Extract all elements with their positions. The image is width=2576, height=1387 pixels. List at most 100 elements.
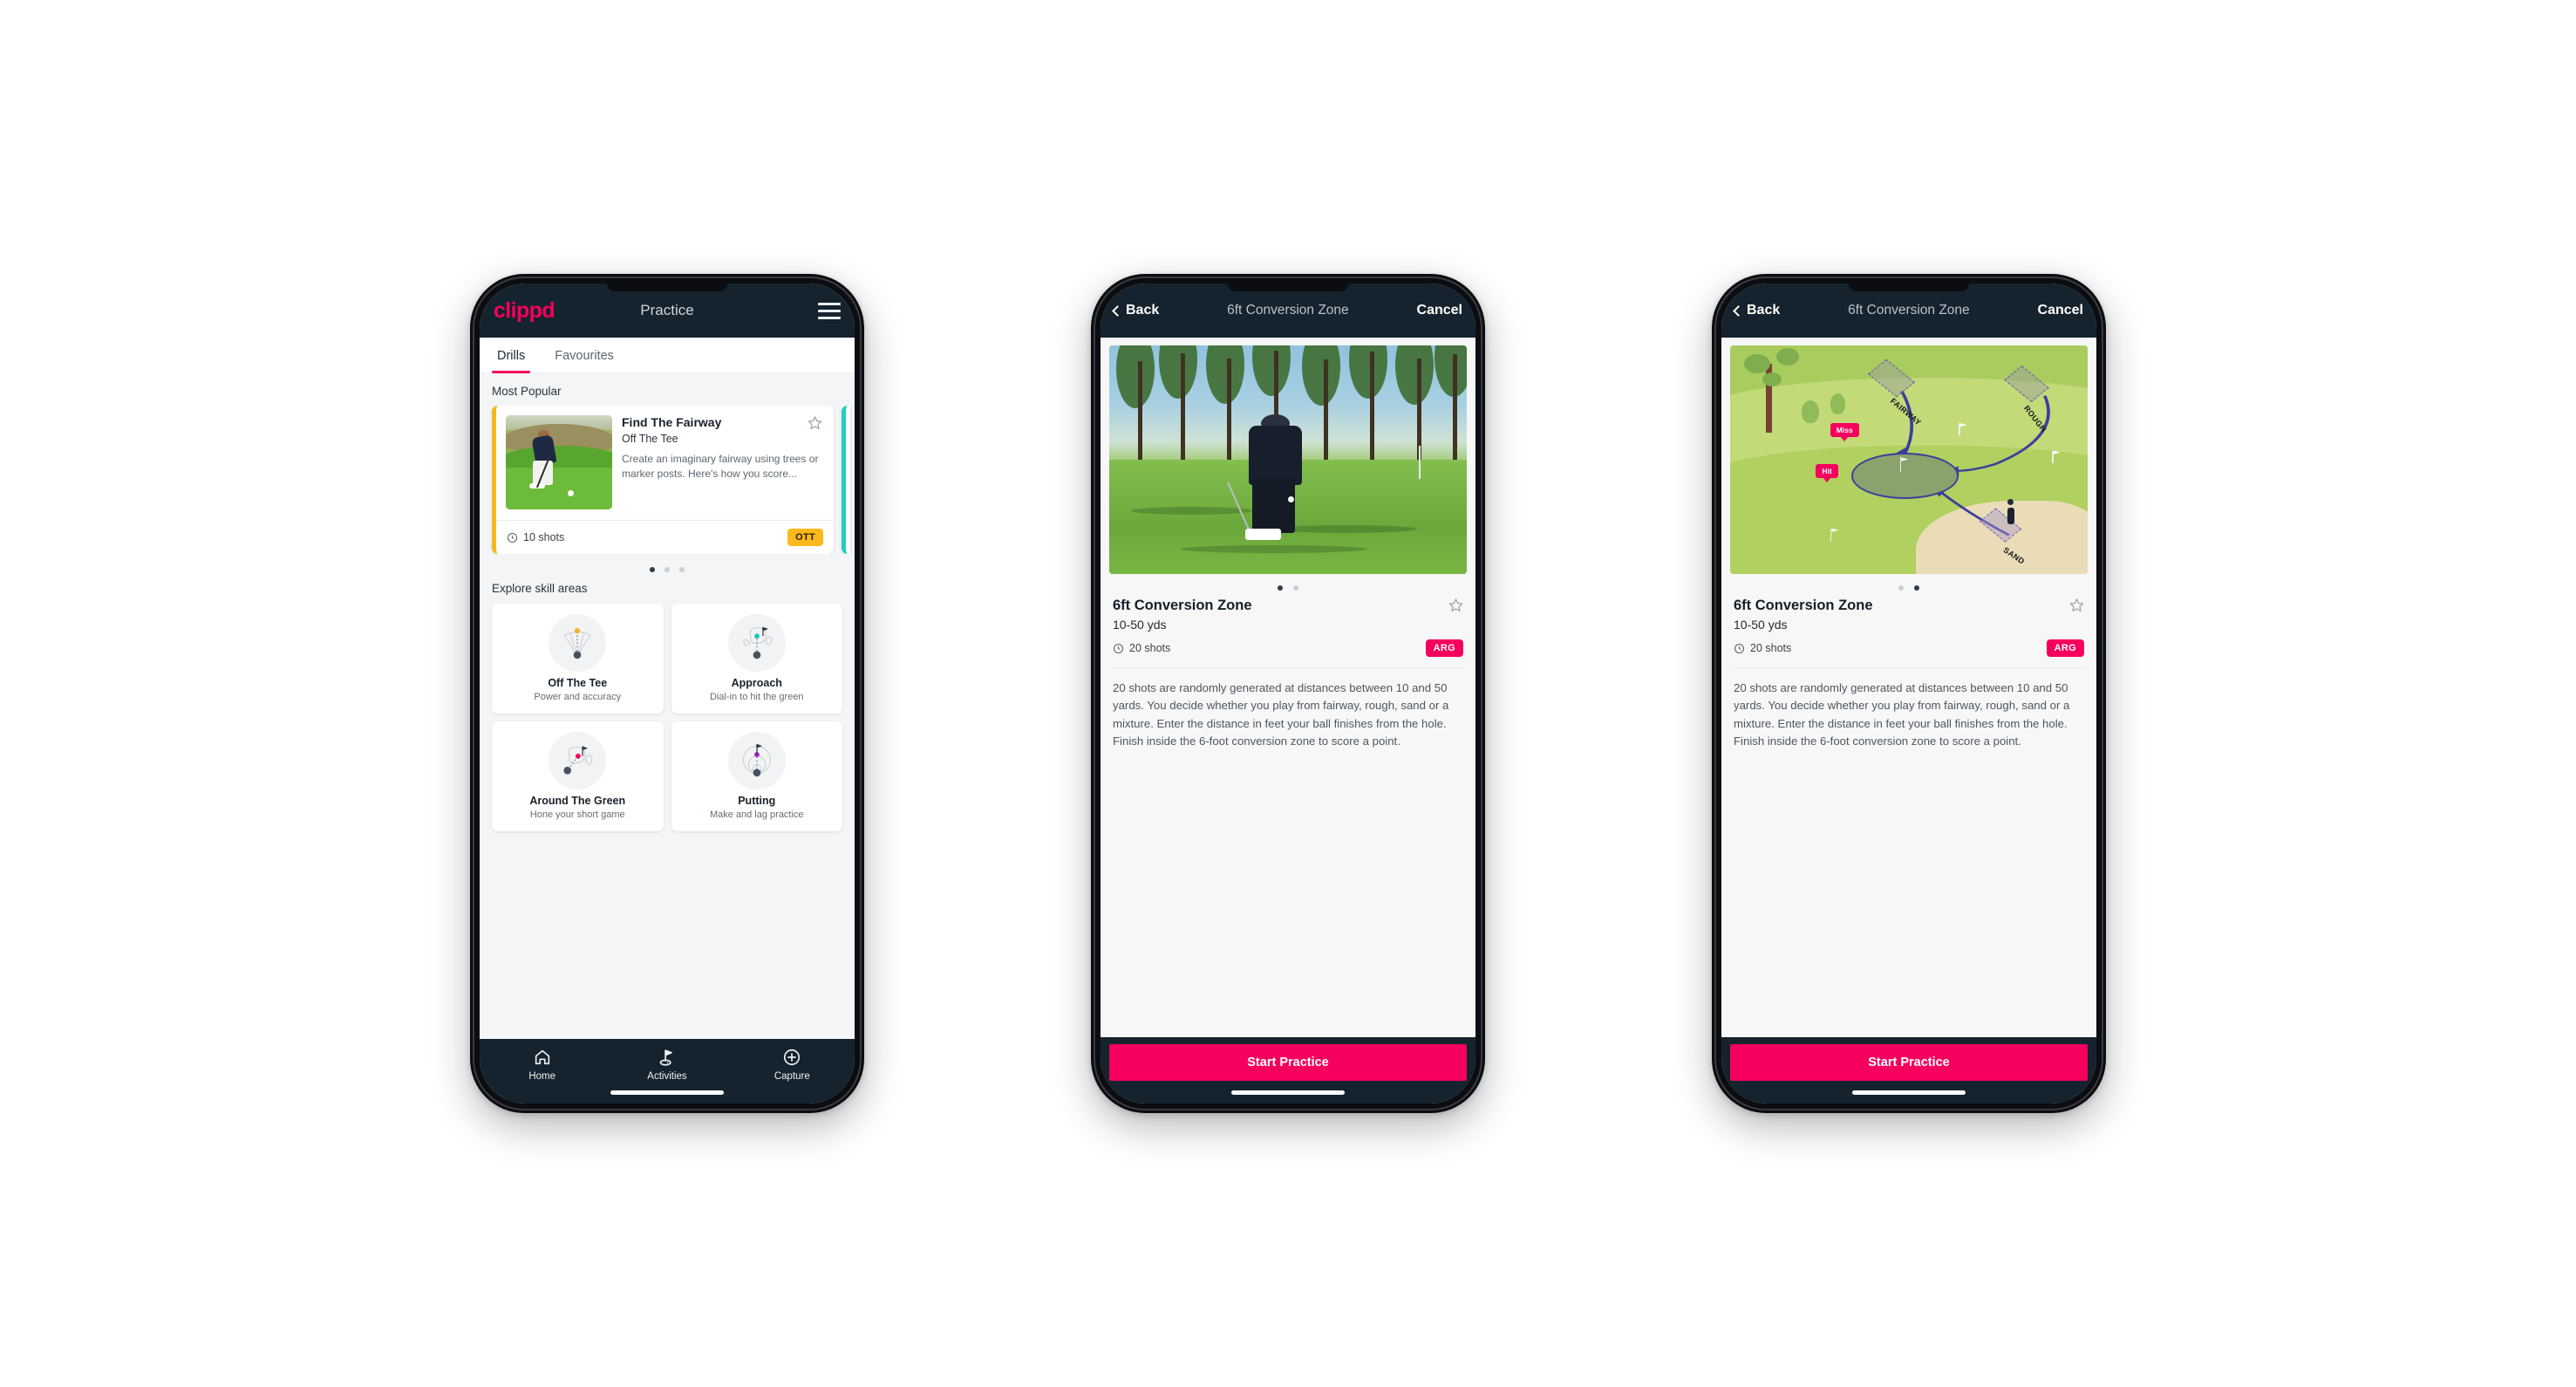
phone2-cta-bar: Start Practice bbox=[1101, 1037, 1475, 1103]
hamburger-icon[interactable] bbox=[818, 302, 841, 319]
skill-card-off-the-tee[interactable]: Off The Tee Power and accuracy bbox=[492, 604, 664, 714]
chip-green-icon bbox=[549, 732, 607, 789]
skill-card-around-the-green[interactable]: Around The Green Hone your short game bbox=[492, 721, 664, 831]
result-tag-hit: Hit bbox=[1816, 464, 1838, 479]
skill-badge-arg: ARG bbox=[1425, 639, 1463, 657]
bottom-nav: Home Activities Capture bbox=[480, 1039, 855, 1103]
nav-item-home[interactable]: Home bbox=[480, 1048, 604, 1082]
skill-badge-arg: ARG bbox=[2046, 639, 2084, 657]
skill-areas-heading: Explore skill areas bbox=[492, 582, 588, 595]
tab-favourites[interactable]: Favourites bbox=[549, 338, 619, 372]
back-button[interactable]: Back bbox=[1733, 303, 1781, 318]
drill-subtitle: Off The Tee bbox=[622, 433, 678, 445]
start-practice-button[interactable]: Start Practice bbox=[1109, 1044, 1467, 1081]
start-practice-button[interactable]: Start Practice bbox=[1730, 1044, 2088, 1081]
tab-drills[interactable]: Drills bbox=[492, 338, 531, 373]
detail-description: 20 shots are randomly generated at dista… bbox=[1734, 681, 2070, 748]
carousel-dot[interactable] bbox=[664, 567, 670, 572]
chevron-left-icon bbox=[1733, 305, 1744, 317]
skill-areas-section: Explore skill areas Off The Tee Power an… bbox=[480, 577, 855, 831]
hero-dot[interactable] bbox=[1914, 585, 1919, 591]
phone-mockup-drills: clippd Practice Drills Favourites Most P… bbox=[470, 274, 864, 1113]
modal-title: 6ft Conversion Zone bbox=[1227, 303, 1349, 318]
detail-shots: 20 shots bbox=[1113, 642, 1170, 654]
phone2-appbar: Back 6ft Conversion Zone Cancel bbox=[1101, 284, 1475, 338]
drill-title: Find The Fairway bbox=[622, 415, 722, 429]
skill-desc: Power and accuracy bbox=[534, 692, 622, 702]
hero-dot[interactable] bbox=[1898, 585, 1904, 591]
back-label: Back bbox=[1747, 303, 1781, 318]
skill-name: Approach bbox=[731, 677, 782, 689]
home-indicator bbox=[1852, 1090, 1966, 1095]
skill-name: Off The Tee bbox=[548, 677, 608, 689]
drill-description: Create an imaginary fairway using trees … bbox=[622, 453, 819, 481]
nav-label: Capture bbox=[773, 1071, 810, 1082]
phone2-screen: Back 6ft Conversion Zone Cancel 6ft Conv… bbox=[1101, 284, 1475, 1103]
cancel-button[interactable]: Cancel bbox=[2038, 303, 2083, 318]
detail-header: 6ft Conversion Zone 10-50 yds 20 shots A… bbox=[1101, 598, 1475, 668]
drill-thumbnail bbox=[506, 415, 612, 509]
drill-card[interactable]: Find The Fairway Off The Tee Create an i… bbox=[492, 406, 834, 554]
tab-bar: Drills Favourites bbox=[480, 338, 855, 373]
clock-icon bbox=[507, 532, 518, 543]
home-indicator bbox=[1231, 1090, 1345, 1095]
skill-grid: Off The Tee Power and accuracy Approach … bbox=[492, 604, 842, 831]
skill-card-approach[interactable]: Approach Dial-in to hit the green bbox=[671, 604, 842, 714]
nav-item-capture[interactable]: Capture bbox=[730, 1048, 855, 1082]
hero-dot[interactable] bbox=[1293, 585, 1298, 591]
phone1-screen: clippd Practice Drills Favourites Most P… bbox=[480, 284, 855, 1103]
tee-fan-icon bbox=[549, 614, 607, 672]
drill-card-next-peek[interactable] bbox=[842, 406, 850, 554]
star-outline-icon[interactable] bbox=[1448, 598, 1463, 612]
phone2-notch bbox=[1228, 284, 1348, 291]
hero-dot[interactable] bbox=[1278, 585, 1283, 591]
chevron-left-icon bbox=[1112, 305, 1123, 317]
drill-shots-label: 10 shots bbox=[523, 531, 565, 543]
putting-rings-icon bbox=[727, 732, 786, 789]
carousel-dots bbox=[480, 554, 855, 577]
skill-name: Putting bbox=[738, 795, 776, 807]
clock-icon bbox=[1734, 643, 1745, 654]
carousel-dot[interactable] bbox=[650, 567, 655, 572]
clock-icon bbox=[1113, 643, 1124, 654]
phone2-content: 6ft Conversion Zone 10-50 yds 20 shots A… bbox=[1101, 338, 1475, 1037]
nav-label: Activities bbox=[647, 1071, 687, 1082]
hero-illustration[interactable]: FAIRWAY ROUGH SAND Miss Hit bbox=[1730, 345, 2088, 574]
drill-info: Find The Fairway Off The Tee Create an i… bbox=[622, 415, 824, 509]
drill-card-footer: 10 shots OTT bbox=[496, 520, 834, 554]
most-popular-heading: Most Popular bbox=[492, 385, 562, 398]
star-outline-icon[interactable] bbox=[808, 415, 822, 430]
drill-shots: 10 shots bbox=[507, 531, 564, 543]
skill-desc: Hone your short game bbox=[529, 810, 625, 820]
hero-dots bbox=[1721, 574, 2096, 598]
phone1-appbar: clippd Practice bbox=[480, 284, 855, 338]
home-indicator bbox=[610, 1090, 724, 1095]
phone3-notch bbox=[1849, 284, 1969, 291]
detail-subtitle: 10-50 yds bbox=[1734, 618, 1788, 632]
detail-meta: 20 shots ARG bbox=[1113, 639, 1463, 668]
clippd-logo: clippd bbox=[494, 297, 555, 323]
detail-description: 20 shots are randomly generated at dista… bbox=[1113, 681, 1449, 748]
screenshot-canvas: clippd Practice Drills Favourites Most P… bbox=[0, 0, 2576, 1387]
skill-card-putting[interactable]: Putting Make and lag practice bbox=[671, 721, 842, 831]
phone-mockup-detail-photo: Back 6ft Conversion Zone Cancel 6ft Conv… bbox=[1091, 274, 1485, 1113]
detail-shots-label: 20 shots bbox=[1750, 642, 1792, 654]
star-outline-icon[interactable] bbox=[2069, 598, 2084, 612]
skill-name: Around The Green bbox=[529, 795, 626, 807]
phone1-content: Most Popular Find The Fairway Off The Te… bbox=[480, 373, 855, 1039]
detail-title: 6ft Conversion Zone bbox=[1734, 598, 1873, 613]
drill-carousel[interactable]: Find The Fairway Off The Tee Create an i… bbox=[480, 406, 855, 554]
phone3-screen: Back 6ft Conversion Zone Cancel FAIRWAY … bbox=[1721, 284, 2096, 1103]
hero-photo[interactable] bbox=[1109, 345, 1467, 574]
nav-item-activities[interactable]: Activities bbox=[604, 1048, 729, 1082]
phone-mockup-detail-diagram: Back 6ft Conversion Zone Cancel FAIRWAY … bbox=[1712, 274, 2106, 1113]
detail-shots: 20 shots bbox=[1734, 642, 1791, 654]
hero-dots bbox=[1101, 574, 1475, 598]
cancel-button[interactable]: Cancel bbox=[1417, 303, 1462, 318]
phone3-appbar: Back 6ft Conversion Zone Cancel bbox=[1721, 284, 2096, 338]
skill-desc: Make and lag practice bbox=[709, 810, 804, 820]
phone1-notch bbox=[607, 284, 727, 291]
drill-card-top: Find The Fairway Off The Tee Create an i… bbox=[496, 406, 834, 520]
carousel-dot[interactable] bbox=[679, 567, 685, 572]
back-button[interactable]: Back bbox=[1112, 303, 1159, 318]
